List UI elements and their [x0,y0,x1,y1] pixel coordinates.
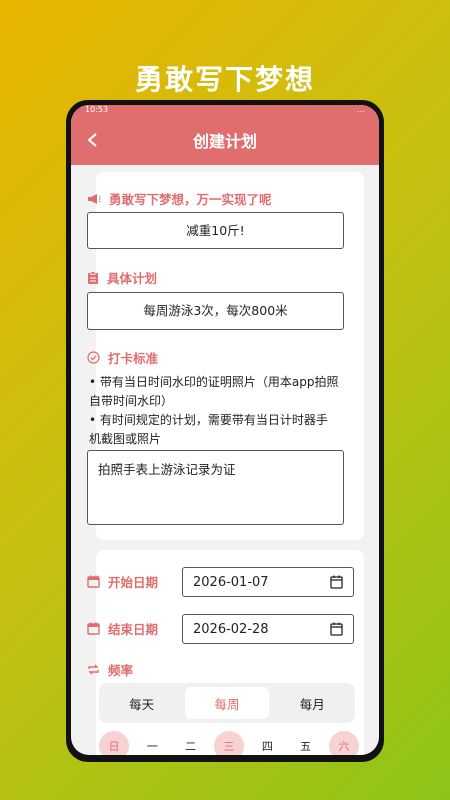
weekday-fri[interactable]: 五 [291,731,321,755]
promo-title: 勇敢写下梦想 [134,63,315,96]
repeat-icon [88,664,99,675]
check-circle-icon [87,351,100,364]
checkin-rule-1: • 带有当日时间水印的证明照片（用本app拍照自带时间水印） [89,375,339,408]
frequency-label: 频率 [108,663,134,678]
frequency-option-monthly[interactable]: 每月 [270,687,354,719]
frequency-segmented-control: 每天 每周 每月 [99,683,355,723]
weekday-thu[interactable]: 四 [252,731,282,755]
dream-label-row: 勇敢写下梦想，万一实现了呢 [87,189,272,208]
frequency-option-daily[interactable]: 每天 [100,687,184,719]
plan-label: 具体计划 [107,271,158,286]
weekday-tue[interactable]: 二 [176,731,206,755]
dream-label: 勇敢写下梦想，万一实现了呢 [109,192,272,207]
checkin-rule-2: • 有时间规定的计划，需要带有当日计时器手机截图或照片 [89,413,328,446]
status-icons: … [357,105,365,114]
app-screen: 10:53 … 创建计划 勇敢写下梦想，万一实现了呢 减重10斤! 具体计划 每… [71,105,379,755]
weekday-wed[interactable]: 三 [213,731,244,755]
weekday-selector: 日 一 二 三 四 五 六 [99,731,359,755]
app-bar: 创建计划 [71,115,379,165]
start-date-value: 2026-01-07 [193,574,269,590]
end-date-label-row: 结束日期 [87,619,158,638]
plan-input[interactable]: 每周游泳3次，每次800米 [87,292,344,330]
checkin-textarea[interactable]: 拍照手表上游泳记录为证 [87,450,344,525]
chevron-left-icon [87,133,97,147]
checkin-label-row: 打卡标准 [87,348,158,367]
megaphone-icon [88,193,101,204]
page-title: 创建计划 [192,132,257,151]
start-date-input[interactable]: 2026-01-07 [182,567,354,597]
dream-input[interactable]: 减重10斤! [87,212,344,249]
start-date-label-row: 开始日期 [87,572,158,591]
weekday-sun[interactable]: 日 [99,731,129,755]
plan-label-row: 具体计划 [87,268,157,287]
back-button[interactable] [81,128,105,152]
frequency-label-row: 频率 [87,660,133,679]
frequency-option-weekly[interactable]: 每周 [184,687,269,719]
calendar-picker-icon[interactable] [330,622,343,636]
calendar-picker-icon[interactable] [330,575,343,589]
weekday-sat[interactable]: 六 [328,731,359,755]
end-date-value: 2026-02-28 [193,621,269,637]
end-date-label: 结束日期 [108,622,159,637]
end-date-input[interactable]: 2026-02-28 [182,614,354,644]
start-date-label: 开始日期 [108,575,159,590]
weekday-mon[interactable]: 一 [137,731,167,755]
clipboard-icon [88,271,98,284]
status-time: 10:53 [85,105,109,114]
calendar-icon [87,622,100,635]
checkin-label: 打卡标准 [108,351,159,366]
calendar-icon [87,575,100,588]
phone-frame: 10:53 … 创建计划 勇敢写下梦想，万一实现了呢 减重10斤! 具体计划 每… [66,100,384,762]
status-bar: 10:53 … [71,105,379,115]
